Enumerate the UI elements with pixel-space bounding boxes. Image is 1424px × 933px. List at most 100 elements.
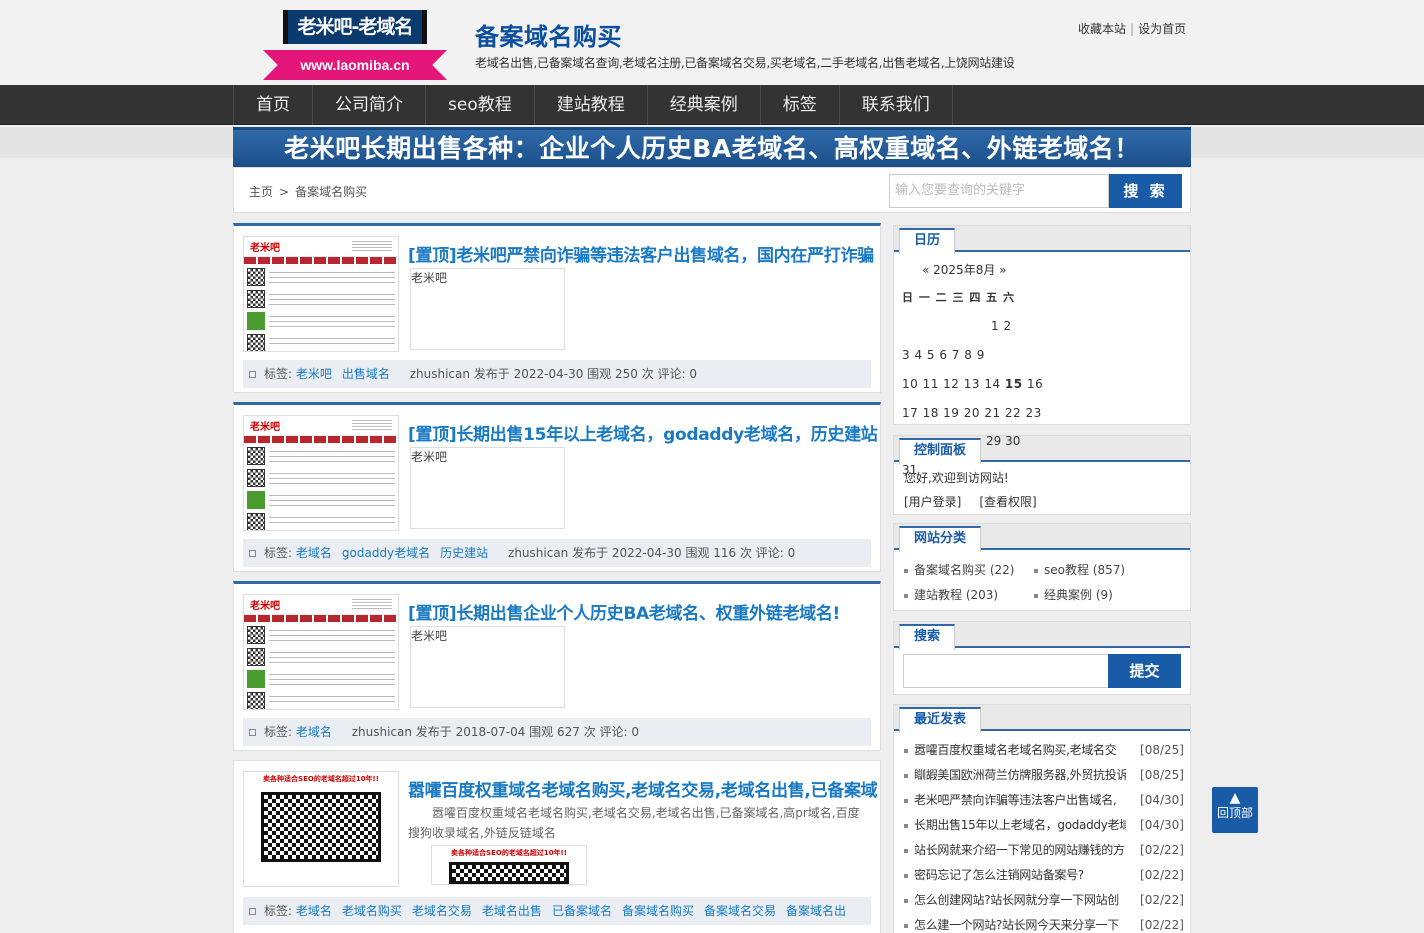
promo-banner-text: 老米吧长期出售各种：企业个人历史BA老域名、高权重域名、外链老域名！: [284, 134, 1140, 163]
recent-post-item[interactable]: 瞓嘏美国欧洲荷兰仿牌服务器,外贸抗投诉 [08/25]: [904, 765, 1184, 785]
breadcrumb-bar: 主页 > 备案域名购买 输入您要查询的关键字 搜 索: [233, 167, 1191, 213]
view-permission-link[interactable]: [查看权限]: [979, 495, 1036, 509]
category-link[interactable]: 备案域名购买 (22): [904, 561, 1014, 578]
arrow-up-icon: ▲: [1229, 790, 1241, 806]
nav-item-seo[interactable]: seo教程: [426, 85, 535, 125]
post-meta: 标签: 老域名 zhushican 发布于 2018-07-04 围观 627 …: [243, 718, 871, 746]
site-logo[interactable]: 老米吧-老域名 www.laomiba.cn: [263, 10, 447, 82]
qr-code-icon: [247, 469, 265, 487]
post-card: 老米吧 [置顶]老米吧严禁向诈骗等违法客户出售域名，国内在严打诈骗 老米吧 标签…: [233, 223, 881, 393]
post-thumbnail[interactable]: 老米吧: [243, 415, 399, 531]
post-title[interactable]: [置顶]长期出售15年以上老域名，godaddy老域名，历史建站: [408, 420, 878, 445]
post-tag[interactable]: 备案域名出: [786, 904, 846, 918]
site-title[interactable]: 备案域名购买: [475, 17, 622, 52]
post-image[interactable]: 老米吧: [410, 626, 565, 708]
recent-post-item[interactable]: 站长网就来介绍一下常见的网站赚钱的方 [02/22]: [904, 840, 1184, 860]
post-title[interactable]: [置顶]长期出售企业个人历史BA老域名、权重外链老域名!: [408, 599, 840, 624]
post-tag[interactable]: 出售域名: [342, 367, 390, 381]
logo-ribbon: www.laomiba.cn: [263, 50, 447, 80]
calendar-overflow-days: 29 30: [986, 434, 1021, 448]
recent-post-item[interactable]: 老米吧严禁向诈骗等违法客户出售域名, [04/30]: [904, 790, 1184, 810]
post-excerpt: 嚣嚯百度权重域名老域名购买,老域名交易,老域名出售,已备案域名,高pr域名,百度…: [408, 806, 860, 840]
nav-item-about[interactable]: 公司简介: [313, 85, 426, 125]
recent-post-title: 怎么创建网站?站长网就分享一下网站创: [914, 893, 1119, 907]
recent-post-item[interactable]: 怎么创建网站?站长网就分享一下网站创 [02/22]: [904, 890, 1184, 910]
thumb-header: 卖各种适合SEO的老域名超过10年!!: [244, 772, 398, 786]
post-tag[interactable]: 老域名出售: [482, 904, 542, 918]
post-tag[interactable]: 备案域名交易: [704, 904, 776, 918]
calendar-today: 15: [1004, 377, 1023, 391]
post-tag[interactable]: 老域名: [296, 546, 332, 560]
recent-post-title: 嚣嚯百度权重域名老域名购买,老域名交: [914, 743, 1117, 757]
bookmark-link[interactable]: 收藏本站: [1078, 22, 1126, 36]
recent-posts-tab: 最近发表: [899, 707, 982, 733]
post-tag[interactable]: 老米吧: [296, 367, 332, 381]
calendar-days: 16: [1022, 377, 1044, 391]
calendar-days: 10 11 12 13 14: [902, 377, 1005, 391]
post-tag[interactable]: 已备案域名: [552, 904, 612, 918]
nav-item-contact[interactable]: 联系我们: [840, 85, 953, 125]
calendar-month-nav[interactable]: « 2025年8月 »: [922, 261, 1007, 278]
thumb-header: 卖各种适合SEO的老域名超过10年!!: [432, 846, 586, 860]
recent-post-item[interactable]: 密码忘记了怎么注销网站备案号? [02/22]: [904, 865, 1184, 885]
category-label: 备案域名购买 (22): [914, 563, 1015, 577]
recent-post-title: 瞓嘏美国欧洲荷兰仿牌服务器,外贸抗投诉: [914, 768, 1126, 782]
back-to-top-button[interactable]: ▲ 回顶部: [1212, 787, 1258, 833]
recent-post-date: [04/30]: [1140, 818, 1184, 832]
post-title[interactable]: [置顶]老米吧严禁向诈骗等违法客户出售域名，国内在严打诈骗: [408, 241, 874, 266]
nav-item-cases[interactable]: 经典案例: [648, 85, 761, 125]
recent-post-date: [02/22]: [1140, 918, 1184, 932]
post-thumbnail[interactable]: 老米吧: [243, 236, 399, 352]
site-description: 老域名出售,已备案域名查询,老域名注册,已备案域名交易,买老域名,二手老域名,出…: [475, 56, 1015, 70]
sidebar-search-submit[interactable]: 提交: [1108, 654, 1181, 688]
tags-label: 标签:: [264, 904, 293, 918]
recent-post-title: 怎么建一个网站?站长网今天来分享一下: [914, 918, 1119, 932]
post-tag[interactable]: 历史建站: [440, 546, 488, 560]
search-button[interactable]: 搜 索: [1109, 174, 1182, 208]
category-link[interactable]: seo教程 (857): [1034, 561, 1125, 578]
breadcrumb-separator: >: [279, 185, 290, 199]
post-image[interactable]: 卖各种适合SEO的老域名超过10年!!: [431, 845, 587, 885]
control-panel-tab: 控制面板: [899, 438, 982, 464]
category-label: seo教程 (857): [1044, 563, 1126, 577]
main-nav: 首页 公司简介 seo教程 建站教程 经典案例 标签 联系我们: [0, 85, 1424, 125]
post-tag[interactable]: 老域名: [296, 725, 332, 739]
post-title[interactable]: 嚣嚯百度权重域名老域名购买,老域名交易,老域名出售,已备案域: [408, 776, 878, 801]
post-tag[interactable]: 老域名: [296, 904, 332, 918]
tag-icon: [249, 729, 256, 736]
sidebar-search-input[interactable]: [903, 654, 1109, 688]
qr-code-icon: [247, 268, 265, 286]
calendar-weekdays: 日 一 二 三 四 五 六: [902, 291, 1015, 304]
login-link[interactable]: [用户登录]: [904, 495, 961, 509]
qr-code-icon: [247, 648, 265, 666]
recent-posts-widget: 最近发表 嚣嚯百度权重域名老域名购买,老域名交 [08/25] 瞓嘏美国欧洲荷兰仿…: [893, 704, 1191, 933]
breadcrumb-home[interactable]: 主页: [249, 185, 273, 199]
godaddy-icon: [247, 491, 265, 509]
post-tag[interactable]: godaddy老域名: [342, 546, 430, 560]
search-input[interactable]: 输入您要查询的关键字: [889, 174, 1109, 208]
post-image[interactable]: 老米吧: [410, 268, 565, 350]
recent-post-date: [04/30]: [1140, 793, 1184, 807]
thumb-logo: 老米吧: [250, 601, 280, 612]
post-thumbnail[interactable]: 卖各种适合SEO的老域名超过10年!!: [243, 771, 399, 887]
nav-item-build[interactable]: 建站教程: [535, 85, 648, 125]
qr-code-icon: [247, 513, 265, 530]
post-tag[interactable]: 备案域名购买: [622, 904, 694, 918]
categories-widget: 网站分类 备案域名购买 (22) seo教程 (857) 建站教程 (203) …: [893, 523, 1191, 611]
recent-post-item[interactable]: 怎么建一个网站?站长网今天来分享一下 [02/22]: [904, 915, 1184, 933]
nav-item-tags[interactable]: 标签: [761, 85, 840, 125]
promo-banner: 老米吧长期出售各种：企业个人历史BA老域名、高权重域名、外链老域名！: [233, 127, 1191, 167]
post-image[interactable]: 老米吧: [410, 447, 565, 529]
recent-post-title: 密码忘记了怎么注销网站备案号?: [914, 868, 1084, 882]
qr-code-icon: [247, 626, 265, 644]
recent-post-item[interactable]: 长期出售15年以上老域名，godaddy老域 [04/30]: [904, 815, 1184, 835]
category-link[interactable]: 经典案例 (9): [1034, 586, 1113, 603]
post-tag[interactable]: 老域名交易: [412, 904, 472, 918]
post-thumbnail[interactable]: 老米吧: [243, 594, 399, 710]
set-homepage-link[interactable]: 设为首页: [1138, 22, 1186, 36]
nav-item-home[interactable]: 首页: [233, 85, 313, 125]
recent-post-item[interactable]: 嚣嚯百度权重域名老域名购买,老域名交 [08/25]: [904, 740, 1184, 760]
category-link[interactable]: 建站教程 (203): [904, 586, 998, 603]
post-card: 老米吧 [置顶]长期出售企业个人历史BA老域名、权重外链老域名! 老米吧 标签:…: [233, 581, 881, 751]
post-tag[interactable]: 老域名购买: [342, 904, 402, 918]
